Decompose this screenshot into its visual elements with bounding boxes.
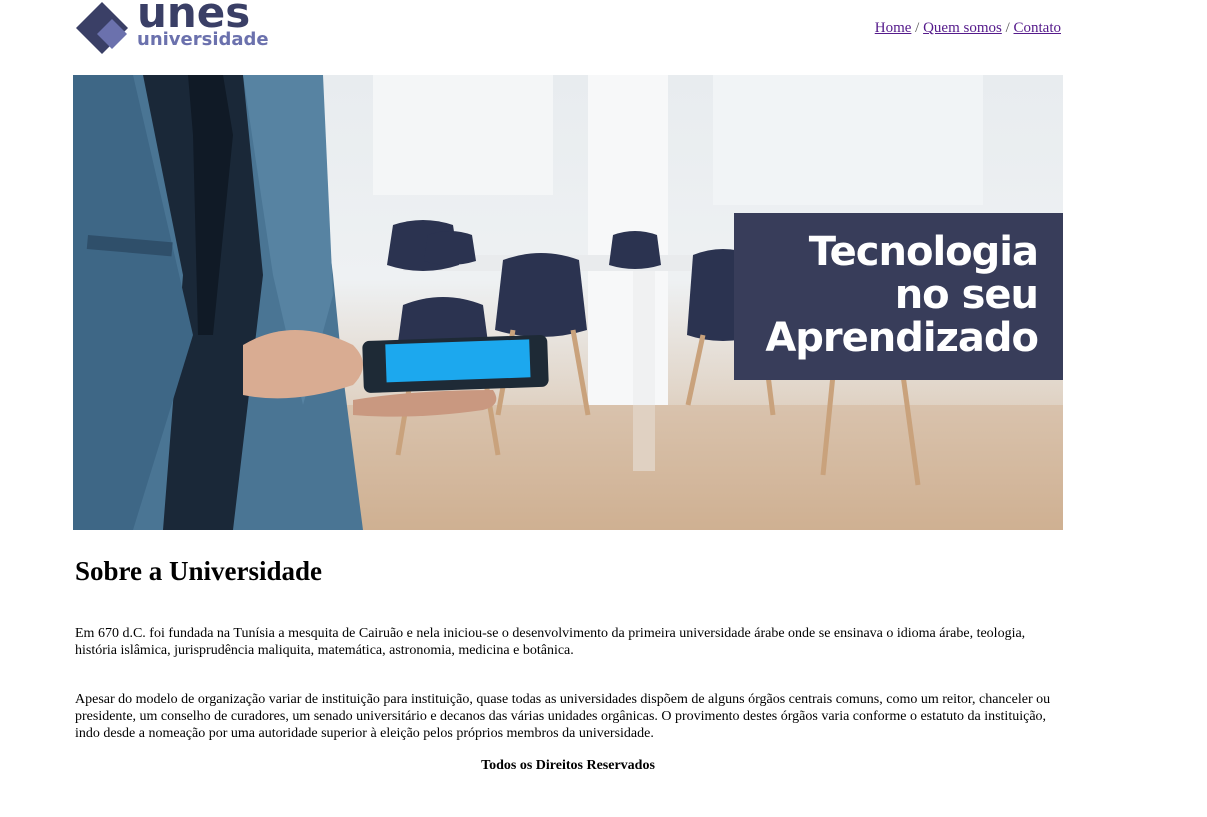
nav-separator: / (1005, 20, 1010, 36)
page: unes universidade Home / Quem somos / Co… (0, 0, 1207, 817)
paragraph-organization: Apesar do modelo de organização variar d… (75, 692, 1051, 741)
logo-subtitle: universidade (137, 29, 269, 50)
hero-banner: Tecnologia no seu Aprendizado (73, 75, 1063, 530)
footer-copyright: Todos os Direitos Reservados (481, 758, 655, 773)
nav-link-contato[interactable]: Contato (1014, 20, 1062, 36)
logo-diamond-icon (76, 2, 128, 54)
page-title: Sobre a Universidade (75, 556, 323, 586)
banner-headline-box: Tecnologia no seu Aprendizado (734, 213, 1063, 380)
paragraph-history: Em 670 d.C. foi fundada na Tunísia a mes… (75, 626, 1026, 658)
top-nav: Home / Quem somos / Contato (875, 20, 1061, 37)
header: unes universidade Home / Quem somos / Co… (73, 0, 1063, 60)
nav-link-home[interactable]: Home (875, 20, 912, 36)
nav-link-quem-somos[interactable]: Quem somos (923, 20, 1002, 36)
logo[interactable]: unes universidade (75, 0, 275, 55)
banner-headline-line-3: Aprendizado (765, 315, 1039, 361)
banner-headline-line-2: no seu (894, 272, 1039, 318)
nav-separator: / (915, 20, 920, 36)
banner-headline: Tecnologia no seu Aprendizado (765, 229, 1039, 361)
banner-headline-line-1: Tecnologia (808, 229, 1039, 275)
